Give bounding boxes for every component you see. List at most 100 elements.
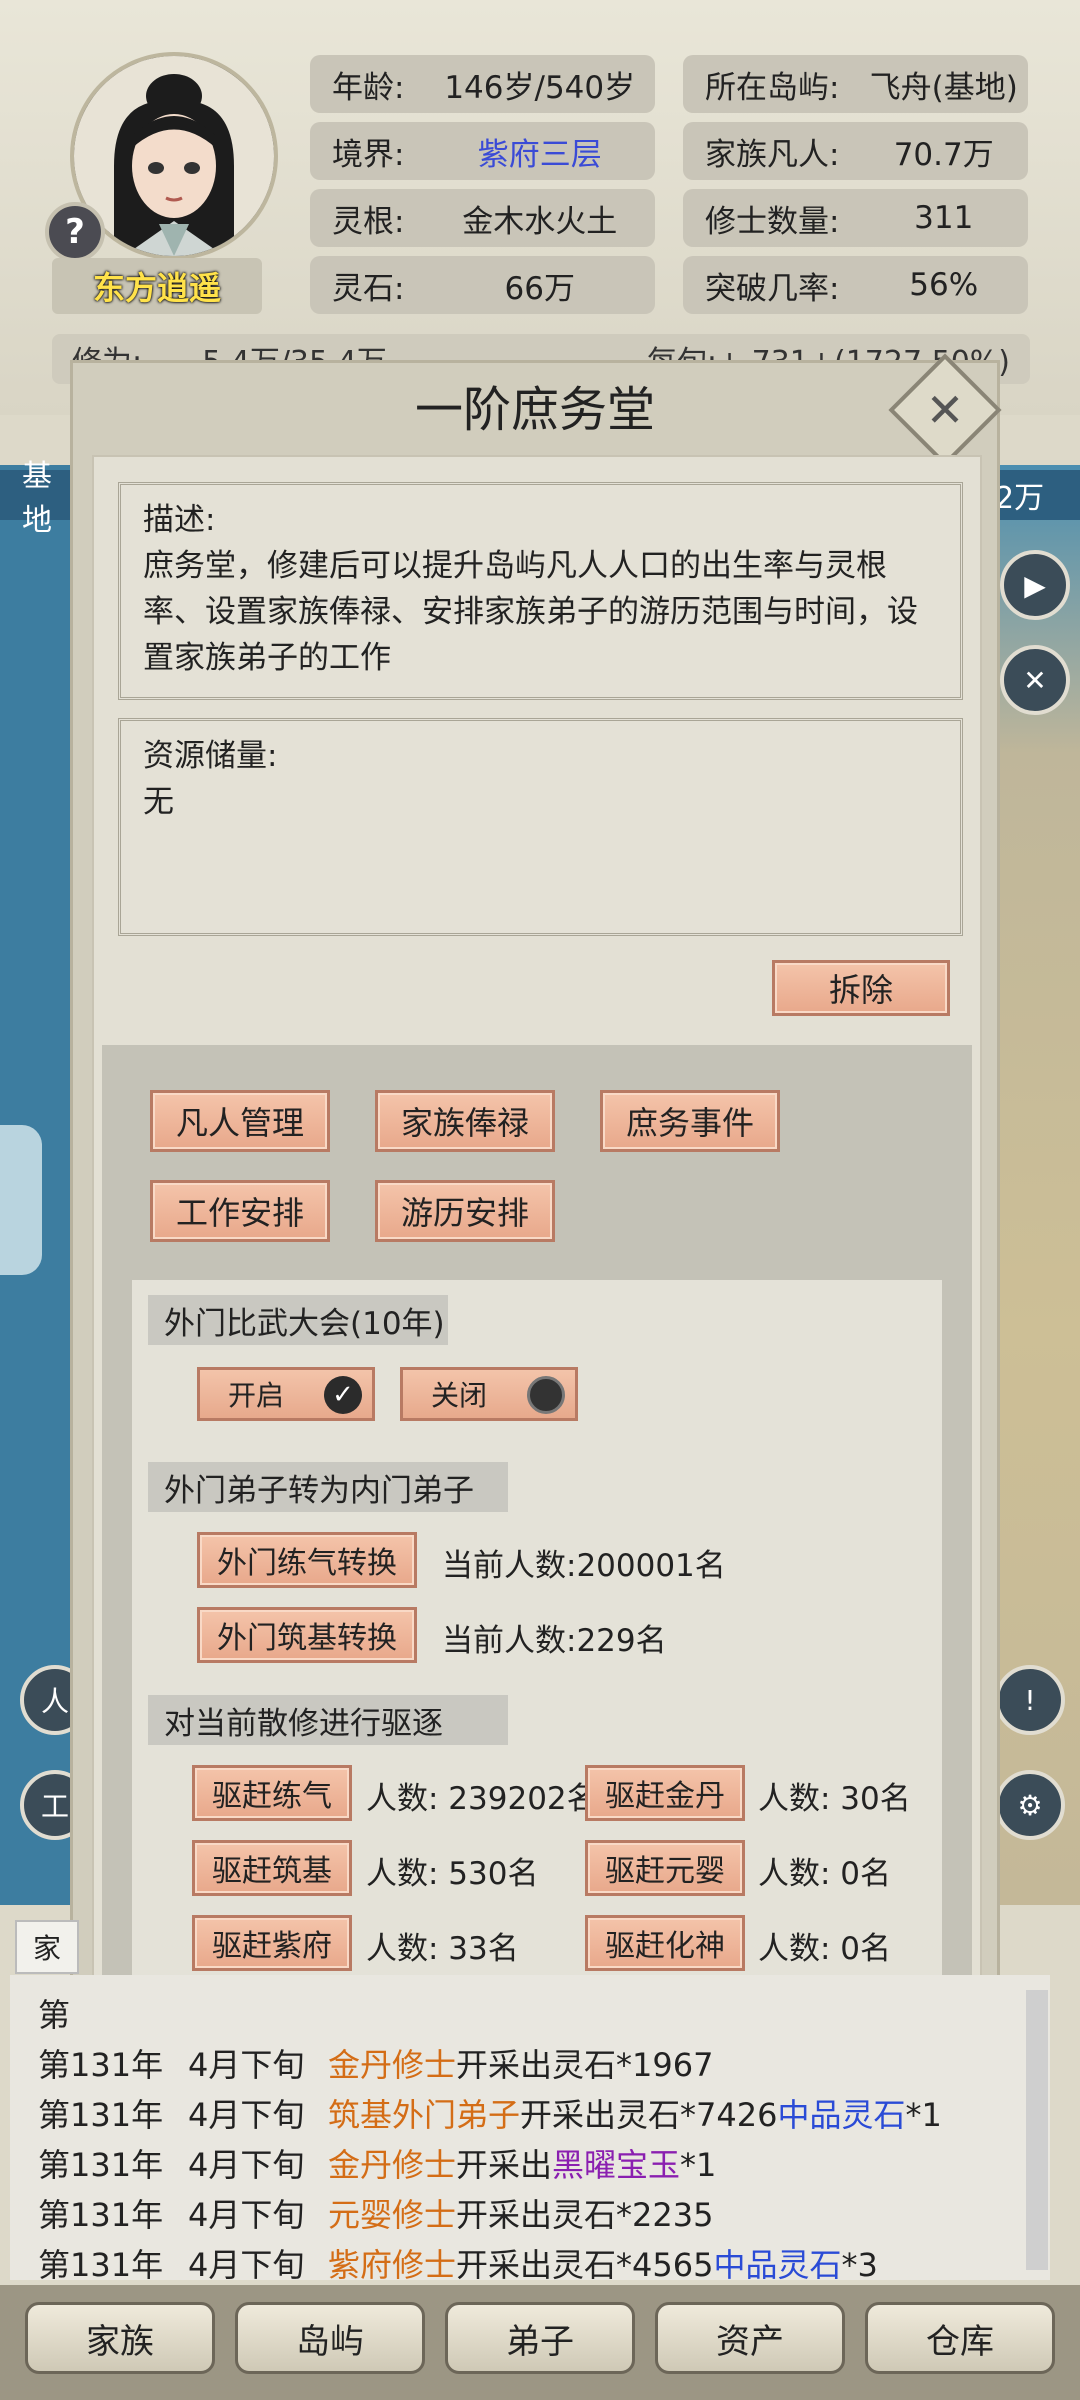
demolish-button[interactable]: 拆除	[772, 960, 950, 1016]
expel-golden-core-button[interactable]: 驱赶金丹	[585, 1765, 745, 1821]
description-text: 庶务堂，修建后可以提升岛屿凡人人口的出生率与灵根率、设置家族俸禄、安排家族弟子的…	[143, 548, 918, 676]
log-line: 第131年 4月下旬 筑基外门弟子开采出灵石*7426中品灵石*1	[38, 2090, 942, 2136]
expel-nascent-soul-button[interactable]: 驱赶元婴	[585, 1840, 745, 1896]
travel-arrangement-button[interactable]: 游历安排	[375, 1180, 555, 1242]
storage-title: 资源储量:	[143, 738, 278, 774]
log-actor: 筑基外门弟子	[328, 2096, 521, 2134]
outer-foundation-count: 当前人数:229名	[442, 1623, 667, 1659]
log-actor: 金丹修士	[328, 2046, 457, 2084]
play-icon[interactable]: ▶	[1000, 550, 1070, 620]
log-actor: 元婴修士	[328, 2196, 457, 2234]
stat-label: 修士数量:	[705, 203, 840, 240]
log-month: 4月下旬	[188, 2246, 305, 2284]
expel-foundation-count: 人数: 530名	[366, 1856, 539, 1892]
log-actor: 紫府修士	[328, 2246, 457, 2284]
log-item-count: *3	[841, 2246, 878, 2284]
outer-foundation-convert-button[interactable]: 外门筑基转换	[197, 1607, 417, 1663]
notice-side-icon[interactable]: !	[995, 1665, 1065, 1735]
outer-qi-convert-button[interactable]: 外门练气转换	[197, 1532, 417, 1588]
storage-value: 无	[143, 784, 174, 820]
expel-qi-button[interactable]: 驱赶练气	[192, 1765, 352, 1821]
log-line: 第131年 4月下旬 元婴修士开采出灵石*2235	[38, 2190, 713, 2236]
stat-breakthrough: 突破几率: 56%	[683, 256, 1028, 314]
log-item-count: *1	[905, 2096, 942, 2134]
log-action: 开采出灵石*4565	[456, 2246, 714, 2284]
stat-value: 146岁/540岁	[444, 69, 636, 106]
expel-nascent-soul-count: 人数: 0名	[758, 1856, 892, 1892]
log-year: 第131年	[38, 2146, 164, 2184]
toggle-label: 开启	[228, 1379, 285, 1412]
background-value: 2万	[995, 470, 1080, 520]
log-year: 第131年	[38, 2096, 164, 2134]
affairs-events-button[interactable]: 庶务事件	[600, 1090, 780, 1152]
tournament-off-toggle[interactable]: 关闭	[400, 1367, 578, 1421]
log-year: 第131年	[38, 2046, 164, 2084]
expel-deity-button[interactable]: 驱赶化神	[585, 1915, 745, 1971]
nav-disciples-button[interactable]: 弟子	[445, 2302, 635, 2374]
log-item-count: *1	[680, 2146, 717, 2184]
log-tab[interactable]: 家	[15, 1920, 79, 1974]
close-icon[interactable]: ✕	[905, 370, 985, 450]
log-month: 4月下旬	[188, 2046, 305, 2084]
log-scrollbar[interactable]	[1026, 1990, 1048, 2270]
storage-box: 资源储量: 无	[118, 718, 963, 936]
close-map-icon[interactable]: ✕	[1000, 645, 1070, 715]
nav-assets-button[interactable]: 资产	[655, 2302, 845, 2374]
expel-purple-palace-count: 人数: 33名	[366, 1931, 519, 1967]
help-icon[interactable]: ?	[45, 202, 105, 262]
stat-mortals: 家族凡人: 70.7万	[683, 122, 1028, 180]
tournament-on-toggle[interactable]: 开启 ✓	[197, 1367, 375, 1421]
log-line: 第131年 4月下旬 金丹修士开采出灵石*1967	[38, 2040, 713, 2086]
log-action: 开采出	[456, 2146, 553, 2184]
log-item: 黑曜宝玉	[552, 2146, 681, 2184]
stat-value: 金木水火土	[462, 203, 618, 240]
log-item: 中品灵石	[713, 2246, 842, 2284]
stat-spirit-stones: 灵石: 66万	[310, 256, 655, 314]
stat-realm: 境界: 紫府三层	[310, 122, 655, 180]
log-actor: 金丹修士	[328, 2146, 457, 2184]
base-label: 基地	[0, 459, 70, 538]
expel-foundation-button[interactable]: 驱赶筑基	[192, 1840, 352, 1896]
log-item: 中品灵石	[777, 2096, 906, 2134]
expel-purple-palace-button[interactable]: 驱赶紫府	[192, 1915, 352, 1971]
stat-label: 灵根:	[332, 203, 405, 240]
help-symbol: ?	[65, 212, 85, 252]
stat-label: 所在岛屿:	[705, 69, 840, 106]
log-year: 第131年	[38, 2196, 164, 2234]
stat-value: 311	[914, 200, 974, 236]
log-month: 4月下旬	[188, 2196, 305, 2234]
player-name: 东方逍遥	[52, 258, 262, 314]
tournament-title: 外门比武大会(10年)	[148, 1295, 448, 1345]
nav-island-button[interactable]: 岛屿	[235, 2302, 425, 2374]
stat-label: 突破几率:	[705, 270, 840, 307]
checked-icon: ✓	[324, 1376, 362, 1414]
settings-side-icon[interactable]: ⚙	[995, 1770, 1065, 1840]
dialog-title: 一阶庶务堂	[414, 382, 655, 438]
nav-family-button[interactable]: 家族	[25, 2302, 215, 2374]
stat-value: 56%	[909, 267, 979, 303]
log-month: 4月下旬	[188, 2146, 305, 2184]
stat-cultivators: 修士数量: 311	[683, 189, 1028, 247]
stat-value: 紫府三层	[477, 136, 602, 173]
log-year: 第131年	[38, 2246, 164, 2284]
toggle-label: 关闭	[431, 1379, 488, 1412]
stat-label: 境界:	[332, 136, 405, 173]
log-line-partial: 第	[38, 1996, 71, 2034]
description-title: 描述:	[143, 502, 216, 538]
nav-warehouse-button[interactable]: 仓库	[865, 2302, 1055, 2374]
promotion-title: 外门弟子转为内门弟子	[148, 1462, 508, 1512]
side-drawer-handle[interactable]	[0, 1125, 42, 1275]
expel-golden-core-count: 人数: 30名	[758, 1781, 911, 1817]
log-line: 第131年 4月下旬 金丹修士开采出黑曜宝玉*1	[38, 2140, 716, 2186]
stat-value: 66万	[504, 270, 575, 307]
stat-value: 70.7万	[893, 136, 994, 173]
mortal-management-button[interactable]: 凡人管理	[150, 1090, 330, 1152]
family-salary-button[interactable]: 家族俸禄	[375, 1090, 555, 1152]
log-action: 开采出灵石*2235	[456, 2196, 714, 2234]
stat-island: 所在岛屿: 飞舟(基地)	[683, 55, 1028, 113]
expel-qi-count: 人数: 239202名	[366, 1781, 598, 1817]
log-action: 开采出灵石*1967	[456, 2046, 714, 2084]
stat-age: 年龄: 146岁/540岁	[310, 55, 655, 113]
stat-value: 飞舟(基地)	[869, 69, 1018, 106]
work-arrangement-button[interactable]: 工作安排	[150, 1180, 330, 1242]
